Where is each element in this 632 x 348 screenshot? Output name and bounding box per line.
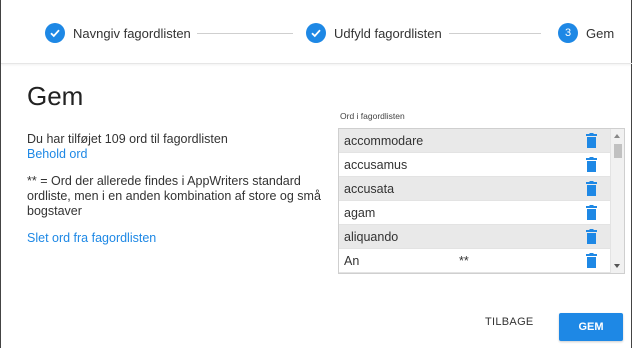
step-connector	[449, 33, 541, 34]
word-text: aliquando	[344, 230, 399, 244]
step-2: Udfyld fagordlisten	[306, 23, 442, 43]
wordlist-label: Ord i fagordlisten	[340, 111, 405, 121]
word-text: accusamus	[344, 158, 408, 172]
check-icon	[306, 23, 326, 43]
scrollbar[interactable]	[610, 129, 624, 273]
info-panel: Du har tilføjet 109 ord til fagordlisten…	[27, 132, 327, 246]
delete-words-link[interactable]: Slet ord fra fagordlisten	[27, 231, 327, 246]
trash-icon[interactable]	[586, 205, 597, 220]
list-item[interactable]: accusata	[339, 177, 610, 201]
step-3: 3 Gem	[558, 23, 614, 43]
word-text: accommodare	[344, 134, 424, 148]
trash-icon[interactable]	[586, 181, 597, 196]
scroll-thumb[interactable]	[614, 144, 622, 158]
keep-words-link[interactable]: Behold ord	[27, 147, 327, 162]
scroll-down-icon[interactable]	[614, 264, 620, 268]
save-button[interactable]: GEM	[559, 313, 623, 341]
duplicate-mark: **	[459, 254, 469, 268]
list-item[interactable]: An **	[339, 249, 610, 273]
trash-icon[interactable]	[586, 157, 597, 172]
list-item[interactable]: aliquando	[339, 225, 610, 249]
step-1-label: Navngiv fagordlisten	[73, 25, 191, 41]
trash-icon[interactable]	[586, 133, 597, 148]
wordlist[interactable]: accommodare accusamus accusata agam aliq…	[338, 128, 625, 274]
stepper: Navngiv fagordlisten Udfyld fagordlisten…	[1, 0, 632, 64]
trash-icon[interactable]	[586, 229, 597, 244]
word-text: agam	[344, 206, 376, 220]
step-1: Navngiv fagordlisten	[45, 23, 191, 43]
back-button[interactable]: TILBAGE	[485, 316, 534, 328]
note-text: ** = Ord der allerede findes i AppWriter…	[27, 174, 321, 218]
dialog: Navngiv fagordlisten Udfyld fagordlisten…	[0, 0, 632, 348]
added-count-text: Du har tilføjet 109 ord til fagordlisten	[27, 132, 228, 146]
list-item[interactable]: accusamus	[339, 153, 610, 177]
list-item[interactable]: accommodare	[339, 129, 610, 153]
word-text: An	[344, 254, 360, 268]
step-3-number: 3	[558, 23, 578, 43]
step-2-label: Udfyld fagordlisten	[334, 25, 442, 41]
step-connector	[197, 33, 293, 34]
trash-icon[interactable]	[586, 253, 597, 268]
scroll-up-icon[interactable]	[614, 134, 620, 138]
page-title: Gem	[27, 81, 84, 111]
step-3-label: Gem	[586, 25, 615, 41]
word-text: accusata	[344, 182, 395, 196]
check-icon	[45, 23, 65, 43]
list-item[interactable]: agam	[339, 201, 610, 225]
